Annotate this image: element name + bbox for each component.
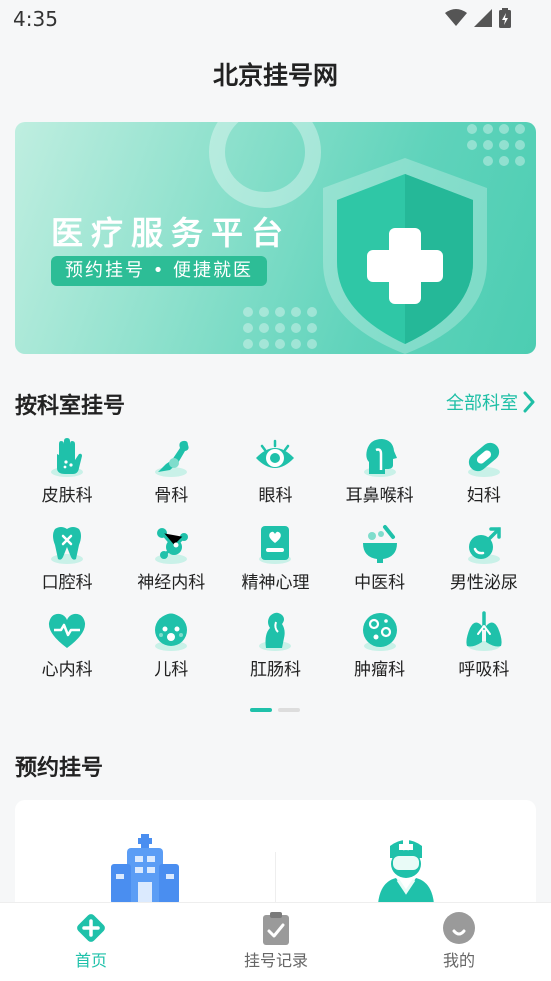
dept-item-respiratory[interactable]: 呼吸科 [432,610,536,697]
dept-label: 精神心理 [241,573,310,593]
pager-dot-active[interactable] [250,708,272,712]
eye-icon [256,439,295,468]
dept-item-stomatology[interactable]: 口腔科 [15,523,119,610]
battery-icon [499,8,511,28]
dept-item-psychology[interactable]: 精神心理 [223,523,327,610]
dept-label: 呼吸科 [458,660,510,680]
user-icon [443,912,475,944]
app-title: 北京挂号网 [212,61,338,90]
dept-label: 男性泌尿 [449,573,518,593]
status-time: 4:35 [13,7,58,31]
doctor-icon [378,840,434,904]
tab-label-home: 首页 [74,951,107,970]
dept-label: 肛肠科 [249,660,301,680]
wifi-icon [445,9,467,26]
dept-label: 口腔科 [41,573,93,593]
dept-label: 神经内科 [137,573,206,593]
dept-label: 皮肤科 [41,486,93,506]
tab-label-profile: 我的 [442,951,475,970]
baby-icon [155,613,188,651]
male-icon [467,527,501,564]
status-icons [445,8,511,28]
dept-item-ent[interactable]: 耳鼻喉科 [328,436,432,523]
pager-dot[interactable] [278,708,300,712]
dept-label: 妇科 [466,486,501,506]
dept-item-dermatology[interactable]: 皮肤科 [15,436,119,523]
dept-label: 肿瘤科 [354,660,406,680]
intestine-icon [259,612,292,651]
chevron-right-icon [523,391,535,413]
department-grid: 皮肤科 骨科 眼科 耳鼻喉科 妇科 口腔科 神经内科 精神心理 中医科 男性泌尿… [15,436,536,697]
bottom-tab-bar: 首页 挂号记录 我的 [0,902,551,981]
banner-subtitle: 预约挂号 • 便捷就医 [51,256,268,286]
dept-label: 儿科 [154,660,189,680]
department-pager [250,708,300,712]
tooth-icon [51,527,84,564]
dept-item-cardiology[interactable]: 心内科 [15,610,119,697]
hospital-icon [111,834,179,904]
head-profile-icon [363,439,397,477]
section-title-departments: 按科室挂号 [15,394,126,419]
mind-icon [259,526,292,564]
all-departments-link[interactable]: 全部科室 [446,389,536,415]
promo-banner[interactable]: 医疗服务平台 预约挂号 • 便捷就医 [15,122,536,354]
dept-label: 眼科 [258,486,293,506]
tab-appointment-records[interactable]: 挂号记录 [221,911,331,971]
neuron-icon [155,528,189,564]
dept-item-gynecology[interactable]: 妇科 [432,436,536,523]
signal-icon [474,9,492,27]
lungs-icon [466,611,502,651]
banner-title: 医疗服务平台 [51,214,292,252]
mortar-icon [362,525,397,563]
dept-item-tcm[interactable]: 中医科 [328,523,432,610]
dept-label: 心内科 [41,660,93,680]
section-title-appointment: 预约挂号 [15,756,104,781]
heart-pulse-icon [49,613,86,648]
all-departments-label: 全部科室 [446,393,518,414]
dept-item-urology[interactable]: 男性泌尿 [432,523,536,610]
dept-item-ophthalmology[interactable]: 眼科 [223,436,327,523]
dept-item-orthopedics[interactable]: 骨科 [119,436,223,523]
pill-icon [467,442,500,477]
tab-profile[interactable]: 我的 [404,911,514,971]
tab-label-records: 挂号记录 [243,951,308,970]
dept-item-anorectal[interactable]: 肛肠科 [223,610,327,697]
dept-item-neurology[interactable]: 神经内科 [119,523,223,610]
clipboard-check-icon [263,912,289,945]
dept-label: 耳鼻喉科 [345,486,414,506]
dept-item-pediatrics[interactable]: 儿科 [119,610,223,697]
dept-item-oncology[interactable]: 肿瘤科 [328,610,432,697]
bone-icon [155,440,189,477]
cell-icon [362,613,397,651]
hand-icon [51,438,84,477]
status-bar: 4:35 [0,0,551,38]
home-icon [77,914,105,942]
dept-label: 骨科 [154,486,189,506]
dept-label: 中医科 [354,573,406,593]
tab-home[interactable]: 首页 [36,911,146,971]
